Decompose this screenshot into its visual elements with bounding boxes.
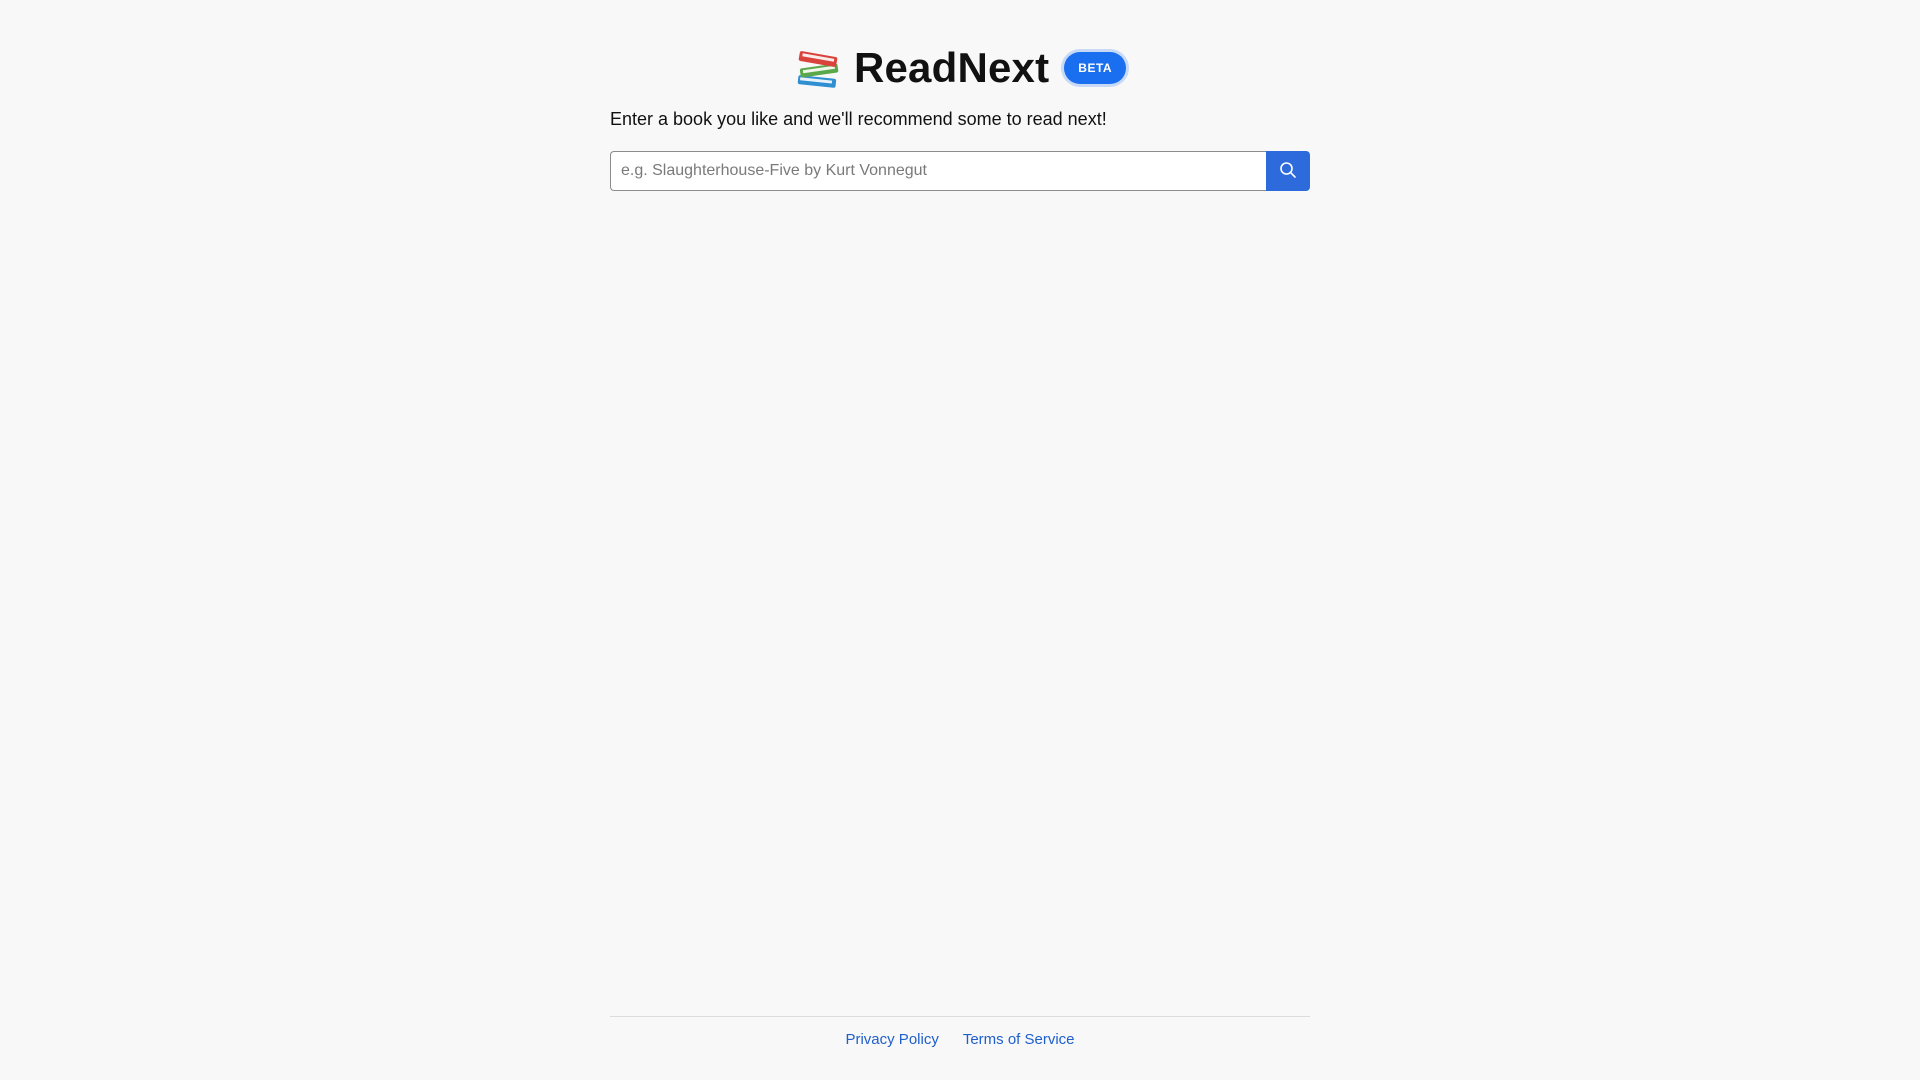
search-icon xyxy=(1279,161,1297,182)
search-input[interactable] xyxy=(610,151,1266,191)
header: ReadNext BETA xyxy=(610,44,1310,92)
tagline: Enter a book you like and we'll recommen… xyxy=(610,109,1107,129)
search-button[interactable] xyxy=(1266,151,1310,191)
footer-divider xyxy=(610,1016,1310,1017)
beta-badge: BETA xyxy=(1064,52,1127,84)
footer: Privacy Policy Terms of Service xyxy=(610,1031,1310,1049)
search-form xyxy=(610,151,1310,191)
terms-of-service-link[interactable]: Terms of Service xyxy=(963,1031,1075,1049)
privacy-policy-link[interactable]: Privacy Policy xyxy=(845,1031,938,1049)
app-title: ReadNext xyxy=(853,44,1050,91)
page: ReadNext BETA Enter a book you like and … xyxy=(0,0,1920,1080)
books-stack-icon xyxy=(794,44,842,92)
